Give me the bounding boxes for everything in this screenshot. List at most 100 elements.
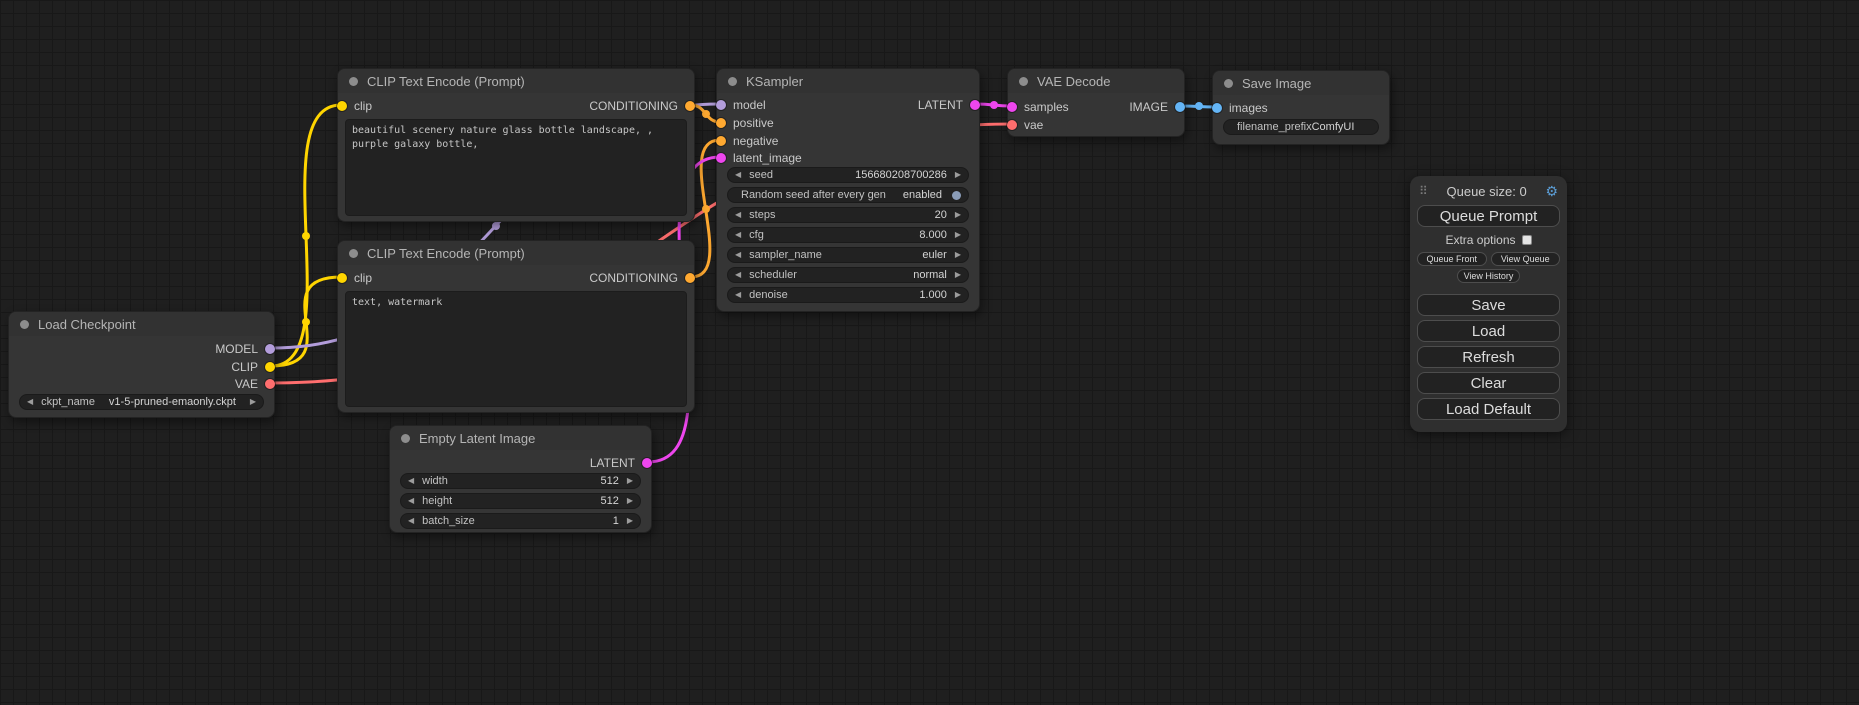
increment-arrow-icon[interactable]: ▶: [955, 288, 961, 302]
decrement-arrow-icon[interactable]: ◀: [735, 248, 741, 262]
decrement-arrow-icon[interactable]: ◀: [408, 494, 414, 508]
node-header[interactable]: CLIP Text Encode (Prompt): [338, 69, 694, 93]
vae-slot-dot[interactable]: [1007, 120, 1017, 130]
settings-gear-icon[interactable]: ⚙: [1545, 183, 1558, 200]
widget-filename-prefix[interactable]: filename_prefix ComfyUI: [1223, 119, 1379, 135]
extra-options-checkbox[interactable]: [1522, 235, 1532, 245]
output-vae[interactable]: VAE: [9, 376, 274, 392]
widget-seed[interactable]: ◀ seed 156680208700286 ▶: [727, 167, 969, 183]
model-slot-dot[interactable]: [265, 344, 275, 354]
slot-label: VAE: [235, 377, 258, 391]
input-negative[interactable]: negative: [717, 133, 979, 149]
widget-sampler-name[interactable]: ◀ sampler_name euler ▶: [727, 247, 969, 263]
collapse-dot[interactable]: [349, 249, 358, 258]
widget-value: v1-5-pruned-emaonly.ckpt: [109, 396, 236, 408]
collapse-dot[interactable]: [728, 77, 737, 86]
view-queue-button[interactable]: View Queue: [1491, 252, 1561, 266]
queue-front-button[interactable]: Queue Front: [1417, 252, 1487, 266]
node-canvas[interactable]: Load Checkpoint MODEL CLIP VAE ◀ ckpt_na…: [0, 0, 1859, 705]
collapse-dot[interactable]: [401, 434, 410, 443]
node-clip-text-encode-positive[interactable]: CLIP Text Encode (Prompt) clip CONDITION…: [337, 68, 695, 222]
collapse-dot[interactable]: [1224, 79, 1233, 88]
node-load-checkpoint[interactable]: Load Checkpoint MODEL CLIP VAE ◀ ckpt_na…: [8, 311, 275, 418]
widget-random-seed[interactable]: Random seed after every gen enabled: [727, 187, 969, 203]
clip-slot-dot[interactable]: [265, 362, 275, 372]
decrement-arrow-icon[interactable]: ◀: [735, 168, 741, 182]
decrement-arrow-icon[interactable]: ◀: [735, 288, 741, 302]
collapse-dot[interactable]: [20, 320, 29, 329]
output-model[interactable]: MODEL: [9, 341, 274, 357]
node-header[interactable]: Save Image: [1213, 71, 1389, 95]
increment-arrow-icon[interactable]: ▶: [955, 228, 961, 242]
load-default-button[interactable]: Load Default: [1417, 398, 1560, 420]
widget-steps[interactable]: ◀ steps 20 ▶: [727, 207, 969, 223]
collapse-dot[interactable]: [349, 77, 358, 86]
node-header[interactable]: Load Checkpoint: [9, 312, 274, 336]
prompt-textarea[interactable]: text, watermark: [345, 291, 687, 407]
decrement-arrow-icon[interactable]: ◀: [735, 228, 741, 242]
conditioning-slot-dot[interactable]: [685, 273, 695, 283]
increment-arrow-icon[interactable]: ▶: [627, 514, 633, 528]
node-header[interactable]: CLIP Text Encode (Prompt): [338, 241, 694, 265]
increment-arrow-icon[interactable]: ▶: [627, 494, 633, 508]
input-latent-image[interactable]: latent_image: [717, 150, 979, 166]
latent-slot-dot[interactable]: [716, 153, 726, 163]
node-vae-decode[interactable]: VAE Decode samples vae IMAGE: [1007, 68, 1185, 137]
output-image[interactable]: IMAGE: [1008, 99, 1184, 115]
toggle-indicator[interactable]: [952, 191, 961, 200]
menu-header: ⠿ Queue size: 0 ⚙: [1419, 181, 1558, 201]
increment-arrow-icon[interactable]: ▶: [627, 474, 633, 488]
node-clip-text-encode-negative[interactable]: CLIP Text Encode (Prompt) clip CONDITION…: [337, 240, 695, 413]
input-vae[interactable]: vae: [1008, 117, 1184, 133]
save-button[interactable]: Save: [1417, 294, 1560, 316]
decrement-arrow-icon[interactable]: ◀: [408, 474, 414, 488]
prompt-textarea[interactable]: beautiful scenery nature glass bottle la…: [345, 119, 687, 216]
widget-batch-size[interactable]: ◀ batch_size 1 ▶: [400, 513, 641, 529]
conditioning-slot-dot[interactable]: [685, 101, 695, 111]
node-header[interactable]: Empty Latent Image: [390, 426, 651, 450]
output-conditioning[interactable]: CONDITIONING: [338, 98, 694, 114]
node-title: CLIP Text Encode (Prompt): [367, 246, 525, 261]
image-slot-dot[interactable]: [1212, 103, 1222, 113]
input-images[interactable]: images: [1213, 100, 1389, 116]
widget-ckpt-name[interactable]: ◀ ckpt_name v1-5-pruned-emaonly.ckpt ▶: [19, 394, 264, 410]
output-latent[interactable]: LATENT: [717, 97, 979, 113]
increment-arrow-icon[interactable]: ▶: [955, 248, 961, 262]
node-ksampler[interactable]: KSampler model positive negative latent_…: [716, 68, 980, 312]
increment-arrow-icon[interactable]: ▶: [955, 208, 961, 222]
node-header[interactable]: VAE Decode: [1008, 69, 1184, 93]
increment-arrow-icon[interactable]: ▶: [250, 395, 256, 409]
conditioning-slot-dot[interactable]: [716, 136, 726, 146]
widget-height[interactable]: ◀ height 512 ▶: [400, 493, 641, 509]
view-history-button[interactable]: View History: [1457, 269, 1521, 283]
decrement-arrow-icon[interactable]: ◀: [735, 268, 741, 282]
collapse-dot[interactable]: [1019, 77, 1028, 86]
widget-denoise[interactable]: ◀ denoise 1.000 ▶: [727, 287, 969, 303]
widget-width[interactable]: ◀ width 512 ▶: [400, 473, 641, 489]
queue-prompt-button[interactable]: Queue Prompt: [1417, 205, 1560, 227]
output-conditioning[interactable]: CONDITIONING: [338, 270, 694, 286]
output-clip[interactable]: CLIP: [9, 359, 274, 375]
decrement-arrow-icon[interactable]: ◀: [408, 514, 414, 528]
image-slot-dot[interactable]: [1175, 102, 1185, 112]
widget-cfg[interactable]: ◀ cfg 8.000 ▶: [727, 227, 969, 243]
refresh-button[interactable]: Refresh: [1417, 346, 1560, 368]
input-positive[interactable]: positive: [717, 115, 979, 131]
increment-arrow-icon[interactable]: ▶: [955, 268, 961, 282]
drag-handle-icon[interactable]: ⠿: [1419, 184, 1428, 198]
node-save-image[interactable]: Save Image images filename_prefix ComfyU…: [1212, 70, 1390, 145]
decrement-arrow-icon[interactable]: ◀: [27, 395, 33, 409]
output-latent[interactable]: LATENT: [390, 455, 651, 471]
decrement-arrow-icon[interactable]: ◀: [735, 208, 741, 222]
vae-slot-dot[interactable]: [265, 379, 275, 389]
increment-arrow-icon[interactable]: ▶: [955, 168, 961, 182]
latent-slot-dot[interactable]: [642, 458, 652, 468]
clear-button[interactable]: Clear: [1417, 372, 1560, 394]
widget-name: Random seed after every gen: [741, 189, 886, 201]
latent-slot-dot[interactable]: [970, 100, 980, 110]
widget-scheduler[interactable]: ◀ scheduler normal ▶: [727, 267, 969, 283]
node-empty-latent-image[interactable]: Empty Latent Image LATENT ◀ width 512 ▶ …: [389, 425, 652, 533]
node-header[interactable]: KSampler: [717, 69, 979, 93]
conditioning-slot-dot[interactable]: [716, 118, 726, 128]
load-button[interactable]: Load: [1417, 320, 1560, 342]
